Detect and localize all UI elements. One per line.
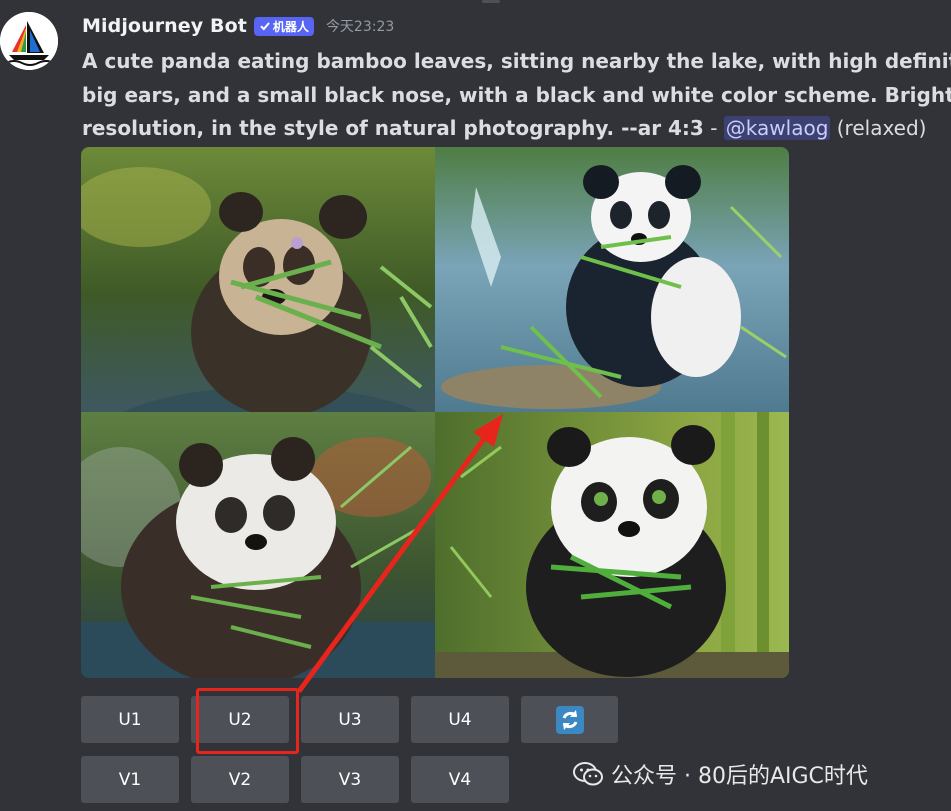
v1-button[interactable]: V1 [81, 756, 179, 803]
image-tile-3[interactable] [81, 412, 435, 678]
v2-button[interactable]: V2 [191, 756, 289, 803]
sailboat-logo-icon [0, 12, 58, 70]
prompt-line-2: big ears, and a small black nose, with a… [82, 82, 951, 107]
watermark-text: 公众号 · 80后的AIGC时代 [611, 764, 868, 789]
prompt-line-3: resolution, in the style of natural phot… [82, 116, 704, 140]
message-header: Midjourney Bot 机器人 今天23:23 [82, 13, 394, 39]
variation-row: V1 V2 V3 V4 [81, 756, 509, 803]
checkmark-icon [260, 22, 270, 31]
v3-button[interactable]: V3 [301, 756, 399, 803]
prompt-line-1: A cute panda eating bamboo leaves, sitti… [82, 49, 951, 73]
message-timestamp: 今天23:23 [325, 19, 395, 35]
u3-button[interactable]: U3 [301, 696, 399, 743]
bot-tag-label: 机器人 [272, 19, 309, 34]
reroll-button[interactable] [521, 696, 618, 743]
u4-button[interactable]: U4 [411, 696, 509, 743]
scroll-indicator [482, 0, 500, 3]
upscale-row: U1 U2 U3 U4 [81, 696, 618, 743]
separator: - [703, 116, 724, 140]
watermark: 公众号 · 80后的AIGC时代 [573, 758, 868, 790]
mode-status: (relaxed) [830, 116, 927, 140]
bot-tag: 机器人 [253, 16, 314, 36]
refresh-icon [555, 705, 584, 734]
wechat-icon [573, 762, 603, 786]
u2-button[interactable]: U2 [191, 696, 289, 743]
u1-button[interactable]: U1 [81, 696, 179, 743]
image-grid[interactable] [81, 147, 789, 678]
prompt-message: A cute panda eating bamboo leaves, sitti… [82, 45, 951, 146]
image-tile-2[interactable] [435, 147, 789, 412]
bot-username[interactable]: Midjourney Bot [82, 15, 247, 37]
user-mention[interactable]: @kawlaog [723, 116, 831, 140]
v4-button[interactable]: V4 [411, 756, 509, 803]
image-tile-4[interactable] [435, 412, 789, 678]
bot-avatar[interactable] [0, 12, 58, 70]
